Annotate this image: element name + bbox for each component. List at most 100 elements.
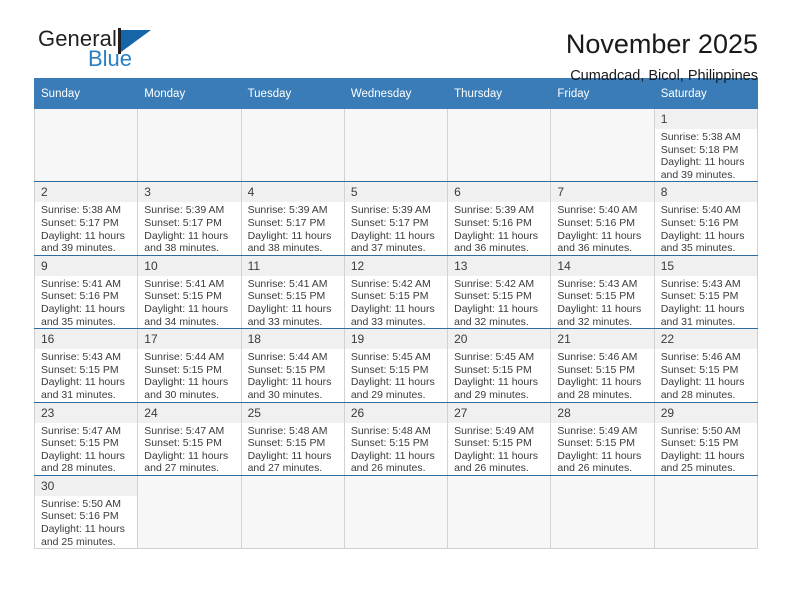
- daylight-text-line1: Daylight: 11 hours: [247, 302, 332, 315]
- calendar-day-cell[interactable]: 26 Sunrise: 5:48 AM Sunset: 5:15 PM Dayligh…: [343, 402, 449, 476]
- daylight-text-line2: and 33 minutes.: [350, 315, 426, 328]
- calendar-day-cell[interactable]: 29 Sunrise: 5:50 AM Sunset: 5:15 PM Dayligh…: [653, 402, 759, 476]
- empty-cell-inner: [551, 475, 654, 549]
- calendar-day-cell[interactable]: 4 Sunrise: 5:39 AM Sunset: 5:17 PM Daylight…: [240, 181, 345, 256]
- daylight-text-line2: and 25 minutes.: [660, 462, 736, 475]
- day-info: Sunrise: 5:43 AM Sunset: 5:15 PM Daylight:…: [655, 276, 757, 328]
- day-info: Sunrise: 5:39 AM Sunset: 5:17 PM Daylight:…: [138, 202, 240, 254]
- day-info: Sunrise: 5:38 AM Sunset: 5:18 PM Daylight:…: [655, 129, 757, 181]
- calendar-page: General Blue November 2025 Cumadcad, Bic…: [0, 0, 792, 612]
- calendar-day-cell[interactable]: 28 Sunrise: 5:49 AM Sunset: 5:15 PM Dayligh…: [550, 402, 655, 476]
- sunrise-text: Sunrise: 5:42 AM: [454, 277, 535, 290]
- sunset-text: Sunset: 5:15 PM: [660, 363, 739, 376]
- daylight-text-line2: and 33 minutes.: [247, 315, 323, 328]
- weekday-header-sunday: Sunday: [33, 78, 139, 109]
- calendar-day-cell[interactable]: 21 Sunrise: 5:46 AM Sunset: 5:15 PM Dayligh…: [550, 328, 655, 403]
- day-cell-inner: 21 Sunrise: 5:46 AM Sunset: 5:15 PM Dayligh…: [551, 329, 654, 401]
- day-number: 17: [138, 329, 241, 350]
- sunset-text: Sunset: 5:15 PM: [557, 363, 636, 376]
- sunrise-text: Sunrise: 5:41 AM: [144, 277, 225, 290]
- sunrise-text: Sunrise: 5:38 AM: [41, 204, 121, 217]
- calendar-cell-empty: [447, 475, 552, 550]
- calendar-day-cell[interactable]: 16 Sunrise: 5:43 AM Sunset: 5:15 PM Dayligh…: [33, 328, 139, 403]
- calendar-day-cell[interactable]: 17 Sunrise: 5:44 AM Sunset: 5:15 PM Dayligh…: [137, 328, 242, 403]
- calendar-day-cell[interactable]: 8 Sunrise: 5:40 AM Sunset: 5:16 PM Daylight…: [653, 181, 759, 256]
- sunset-text: Sunset: 5:15 PM: [557, 437, 636, 450]
- day-cell-inner: 12 Sunrise: 5:42 AM Sunset: 5:15 PM Dayligh…: [344, 255, 448, 328]
- calendar-day-cell[interactable]: 6 Sunrise: 5:39 AM Sunset: 5:16 PM Daylight…: [447, 181, 552, 256]
- calendar-day-cell[interactable]: 5 Sunrise: 5:39 AM Sunset: 5:17 PM Daylight…: [343, 181, 449, 256]
- day-cell-inner: 30 Sunrise: 5:50 AM Sunset: 5:16 PM Dayligh…: [35, 475, 138, 548]
- calendar-day-cell[interactable]: 23 Sunrise: 5:47 AM Sunset: 5:15 PM Dayligh…: [33, 402, 139, 476]
- day-info: Sunrise: 5:40 AM Sunset: 5:16 PM Daylight:…: [655, 202, 757, 254]
- day-info: Sunrise: 5:48 AM Sunset: 5:15 PM Daylight:…: [345, 423, 447, 475]
- daylight-text-line2: and 34 minutes.: [144, 315, 219, 328]
- weekday-header-thursday: Thursday: [447, 78, 552, 109]
- calendar-day-cell[interactable]: 10 Sunrise: 5:41 AM Sunset: 5:15 PM Dayligh…: [137, 255, 242, 330]
- day-number: 27: [448, 402, 551, 423]
- calendar-day-cell[interactable]: 22 Sunrise: 5:46 AM Sunset: 5:15 PM Dayligh…: [653, 328, 759, 403]
- day-info: Sunrise: 5:45 AM Sunset: 5:15 PM Daylight:…: [345, 349, 447, 401]
- calendar-cell-empty: [137, 108, 242, 183]
- calendar-day-cell[interactable]: 3 Sunrise: 5:39 AM Sunset: 5:17 PM Daylight…: [137, 181, 242, 256]
- daylight-text-line2: and 38 minutes.: [144, 242, 219, 255]
- daylight-text-line1: Daylight: 11 hours: [247, 449, 332, 462]
- title-block: November 2025 Cumadcad, Bicol, Philippin…: [566, 26, 758, 86]
- sunrise-text: Sunrise: 5:40 AM: [557, 204, 638, 217]
- calendar-day-cell[interactable]: 27 Sunrise: 5:49 AM Sunset: 5:15 PM Dayligh…: [447, 402, 552, 476]
- day-info: Sunrise: 5:50 AM Sunset: 5:16 PM Daylight:…: [35, 496, 137, 548]
- general-blue-logo[interactable]: General Blue: [34, 26, 198, 78]
- daylight-text-line1: Daylight: 11 hours: [41, 229, 125, 242]
- calendar-day-cell[interactable]: 24 Sunrise: 5:47 AM Sunset: 5:15 PM Dayligh…: [137, 402, 242, 476]
- empty-cell-inner: [241, 109, 344, 182]
- weekday-header-wednesday: Wednesday: [343, 78, 449, 109]
- daylight-text-line1: Daylight: 11 hours: [144, 376, 229, 389]
- day-number: 22: [654, 329, 757, 350]
- calendar-day-cell[interactable]: 7 Sunrise: 5:40 AM Sunset: 5:16 PM Daylight…: [550, 181, 655, 256]
- sunrise-text: Sunrise: 5:38 AM: [660, 131, 741, 143]
- calendar-day-cell[interactable]: 25 Sunrise: 5:48 AM Sunset: 5:15 PM Dayligh…: [240, 402, 345, 476]
- day-info: Sunrise: 5:46 AM Sunset: 5:15 PM Daylight:…: [551, 349, 653, 401]
- sunset-text: Sunset: 5:15 PM: [144, 290, 222, 303]
- day-cell-inner: 16 Sunrise: 5:43 AM Sunset: 5:15 PM Dayligh…: [35, 329, 138, 401]
- calendar-week-row: 30 Sunrise: 5:50 AM Sunset: 5:16 PM Dayligh…: [33, 475, 759, 550]
- daylight-text-line1: Daylight: 11 hours: [350, 229, 435, 242]
- calendar-day-cell[interactable]: 18 Sunrise: 5:44 AM Sunset: 5:15 PM Dayligh…: [240, 328, 345, 403]
- empty-cell-inner: [344, 109, 448, 182]
- daylight-text-line1: Daylight: 11 hours: [41, 523, 125, 536]
- calendar-day-cell[interactable]: 1 Sunrise: 5:38 AM Sunset: 5:18 PM Daylight…: [653, 108, 759, 183]
- day-info: Sunrise: 5:41 AM Sunset: 5:16 PM Daylight:…: [35, 276, 137, 328]
- page-title: November 2025: [565, 29, 758, 59]
- daylight-text-line1: Daylight: 11 hours: [660, 229, 745, 242]
- calendar-day-cell[interactable]: 2 Sunrise: 5:38 AM Sunset: 5:17 PM Daylight…: [33, 181, 139, 256]
- calendar-week-row: 23 Sunrise: 5:47 AM Sunset: 5:15 PM Dayligh…: [33, 402, 759, 476]
- daylight-text-line2: and 35 minutes.: [660, 242, 736, 255]
- day-info: Sunrise: 5:39 AM Sunset: 5:17 PM Daylight:…: [242, 202, 344, 254]
- calendar-day-cell[interactable]: 12 Sunrise: 5:42 AM Sunset: 5:15 PM Dayligh…: [343, 255, 449, 330]
- calendar-day-cell[interactable]: 11 Sunrise: 5:41 AM Sunset: 5:15 PM Dayligh…: [240, 255, 345, 330]
- sunrise-text: Sunrise: 5:50 AM: [660, 424, 741, 437]
- day-info: Sunrise: 5:46 AM Sunset: 5:15 PM Daylight:…: [655, 349, 757, 401]
- weekday-header-tuesday: Tuesday: [240, 78, 345, 109]
- day-cell-inner: 19 Sunrise: 5:45 AM Sunset: 5:15 PM Dayligh…: [344, 329, 448, 401]
- calendar-day-cell[interactable]: 20 Sunrise: 5:45 AM Sunset: 5:15 PM Dayligh…: [447, 328, 552, 403]
- sunrise-text: Sunrise: 5:43 AM: [557, 277, 638, 290]
- day-number: 21: [551, 329, 654, 350]
- calendar-day-cell[interactable]: 9 Sunrise: 5:41 AM Sunset: 5:16 PM Daylight…: [33, 255, 139, 330]
- daylight-text-line1: Daylight: 11 hours: [144, 302, 229, 315]
- calendar-day-cell[interactable]: 14 Sunrise: 5:43 AM Sunset: 5:15 PM Dayligh…: [550, 255, 655, 330]
- calendar-day-cell[interactable]: 13 Sunrise: 5:42 AM Sunset: 5:15 PM Dayligh…: [447, 255, 552, 330]
- daylight-text-line1: Daylight: 11 hours: [350, 449, 435, 462]
- sunset-text: Sunset: 5:15 PM: [454, 363, 532, 376]
- daylight-text-line2: and 31 minutes.: [41, 388, 116, 401]
- daylight-text-line2: and 30 minutes.: [247, 388, 323, 401]
- daylight-text-line2: and 26 minutes.: [454, 462, 529, 475]
- sunrise-text: Sunrise: 5:49 AM: [557, 424, 638, 437]
- calendar-day-cell[interactable]: 15 Sunrise: 5:43 AM Sunset: 5:15 PM Dayligh…: [653, 255, 759, 330]
- day-cell-inner: 7 Sunrise: 5:40 AM Sunset: 5:16 PM Daylight…: [551, 182, 654, 254]
- calendar-day-cell[interactable]: 19 Sunrise: 5:45 AM Sunset: 5:15 PM Dayligh…: [343, 328, 449, 403]
- daylight-text-line1: Daylight: 11 hours: [660, 156, 745, 169]
- sunset-text: Sunset: 5:16 PM: [454, 216, 532, 229]
- calendar-day-cell[interactable]: 30 Sunrise: 5:50 AM Sunset: 5:16 PM Dayligh…: [33, 475, 139, 550]
- sunrise-sunset-calendar: Sunday Monday Tuesday Wednesday Thursday…: [33, 78, 759, 550]
